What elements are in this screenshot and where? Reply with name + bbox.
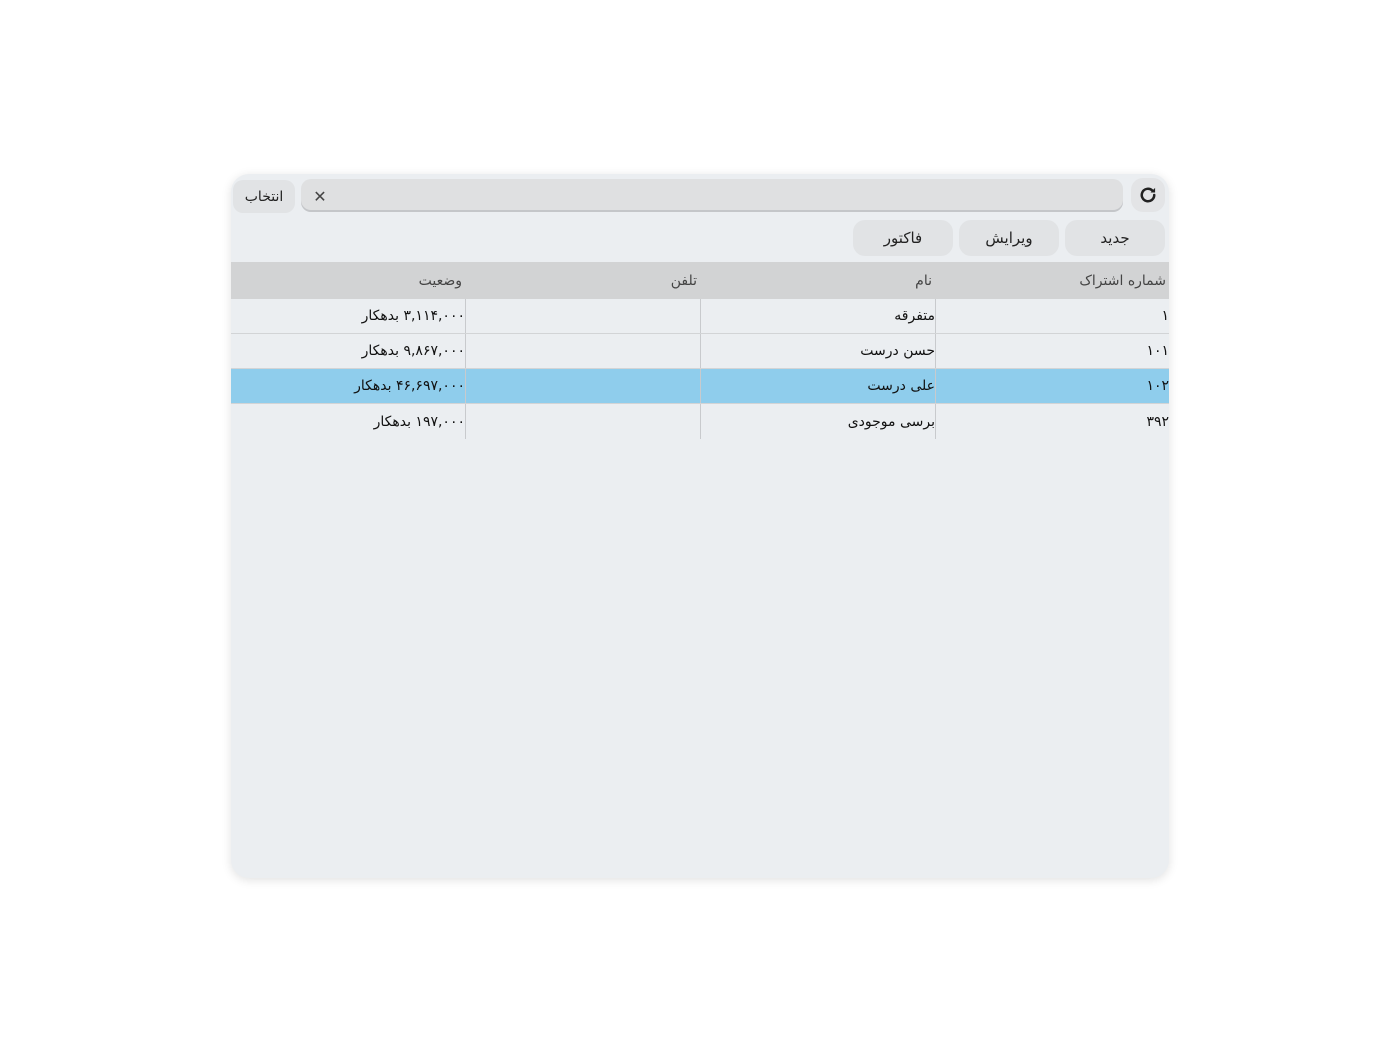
table-row[interactable]: ۳۹۲ برسی موجودی ۱۹۷,۰۰۰ بدهکار [231,404,1169,439]
search-box: ✕ [301,179,1123,214]
table-row-selected[interactable]: ۱۰۲ علی درست ۴۶,۶۹۷,۰۰۰ بدهکار [231,369,1169,404]
cell-phone [465,369,700,403]
cell-name: برسی موجودی [700,404,935,439]
table-row[interactable]: ۱۰۱ حسن درست ۹,۸۶۷,۰۰۰ بدهکار [231,334,1169,369]
column-header-subscription-number[interactable]: شماره اشتراک [935,262,1169,299]
customers-table: شماره اشتراک نام تلفن وضعیت ۱ متفرقه ۳,۱… [231,262,1169,439]
invoice-button[interactable]: فاکتور [853,220,953,256]
cell-phone [465,299,700,333]
cell-name: حسن درست [700,334,935,368]
cell-subscription-number: ۳۹۲ [935,404,1169,439]
cell-phone [465,404,700,439]
cell-subscription-number: ۱ [935,299,1169,333]
column-header-phone[interactable]: تلفن [465,262,700,299]
cell-status: ۹,۸۶۷,۰۰۰ بدهکار [361,343,465,359]
cell-subscription-number: ۱۰۱ [935,334,1169,368]
cell-status: ۳,۱۱۴,۰۰۰ بدهکار [361,308,465,324]
cell-status: ۱۹۷,۰۰۰ بدهکار [373,413,465,430]
cell-name: متفرقه [700,299,935,333]
new-button[interactable]: جدید [1065,220,1165,256]
search-input[interactable] [337,179,1113,214]
edit-button[interactable]: ویرایش [959,220,1059,256]
table-row[interactable]: ۱ متفرقه ۳,۱۱۴,۰۰۰ بدهکار [231,299,1169,334]
clear-search-button[interactable]: ✕ [307,183,333,209]
column-header-name[interactable]: نام [700,262,935,299]
select-button[interactable]: انتخاب [233,180,295,213]
refresh-icon [1140,187,1156,203]
cell-phone [465,334,700,368]
table-header: شماره اشتراک نام تلفن وضعیت [231,262,1169,299]
customer-picker-window: ✕ انتخاب جدید ویرایش فاکتور شماره اشتراک… [231,174,1169,878]
cell-status: ۴۶,۶۹۷,۰۰۰ بدهکار [354,378,465,394]
column-header-status[interactable]: وضعیت [231,262,465,299]
cell-subscription-number: ۱۰۲ [935,369,1169,403]
cell-name: علی درست [700,369,935,403]
refresh-button[interactable] [1131,178,1165,212]
